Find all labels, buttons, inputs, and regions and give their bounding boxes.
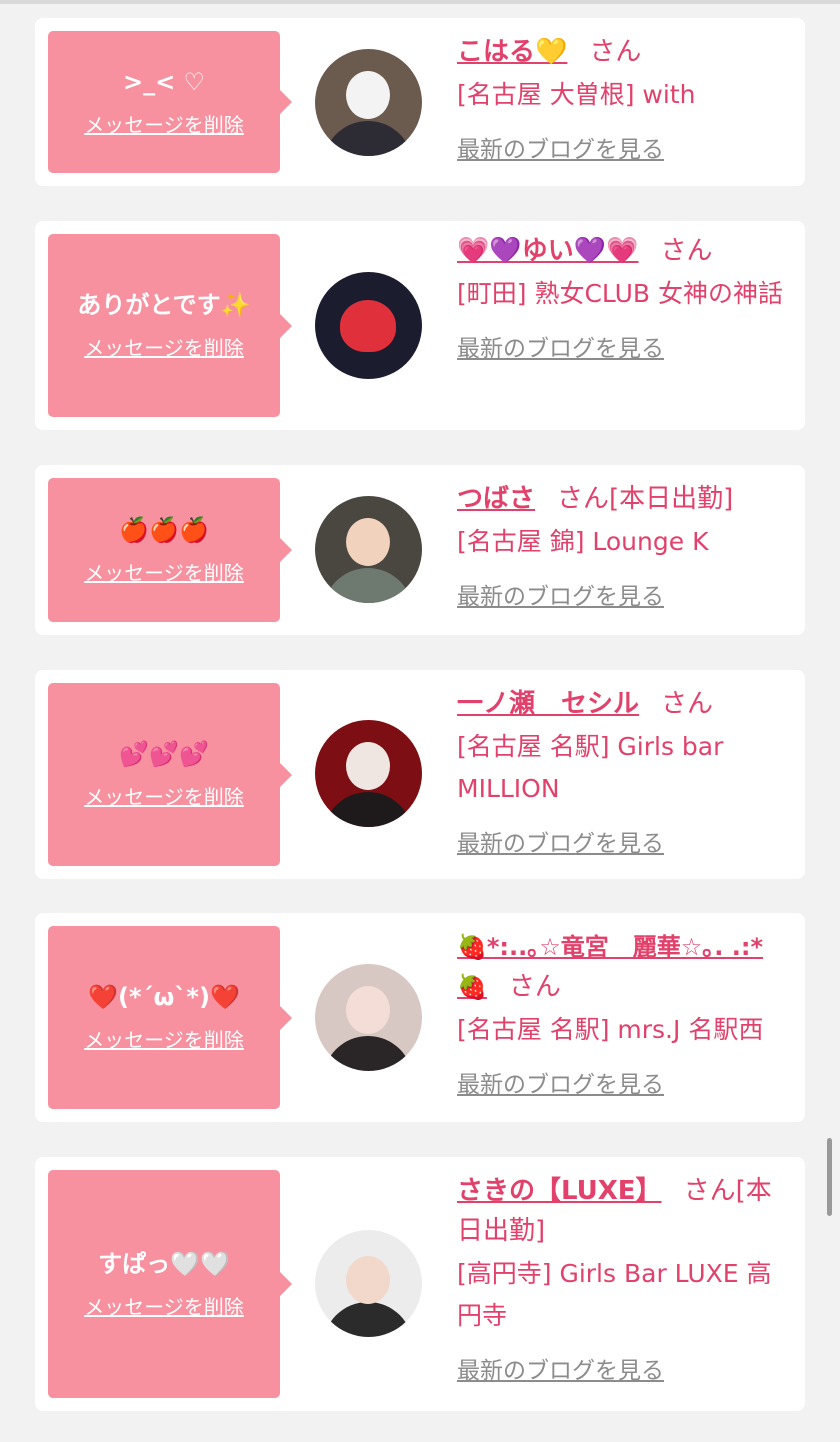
latest-blog-link[interactable]: 最新のブログを見る [457, 1351, 664, 1385]
delete-message-link[interactable]: メッセージを削除 [84, 332, 244, 361]
avatar[interactable] [315, 720, 422, 827]
delete-message-link[interactable]: メッセージを削除 [84, 109, 244, 138]
name-link[interactable]: こはる💛 [457, 37, 567, 67]
avatar[interactable] [315, 496, 422, 603]
honorific: さん [589, 37, 642, 67]
shop-info: [町田] 熟女CLUB 女神の神話 [457, 279, 783, 308]
name-link[interactable]: さきの【LUXE】 [457, 1176, 662, 1206]
shop-info: [名古屋 錦] Lounge K [457, 527, 709, 556]
avatar[interactable] [315, 1230, 422, 1337]
name-link[interactable]: 💗💜ゆい💜💗 [457, 236, 639, 266]
delete-message-link[interactable]: メッセージを削除 [84, 781, 244, 810]
name-link[interactable]: 一ノ瀬 セシル [457, 689, 639, 719]
message-text: すぱっ🤍🤍 [98, 1249, 230, 1278]
message-bubble: ありがとです✨ メッセージを削除 [48, 234, 292, 417]
name-link[interactable]: つばさ [457, 484, 535, 514]
message-card: ❤️(*´ω`*)❤️ メッセージを削除 🍓*:..｡☆竜宮 麗華☆｡. .:*… [35, 913, 805, 1122]
honorific: さん [508, 972, 561, 1002]
avatar[interactable] [315, 272, 422, 379]
message-text: 🍎🍎🍎 [119, 515, 209, 544]
message-text: 💕💕💕 [119, 740, 209, 768]
message-text: >_< ♡ [122, 67, 206, 96]
message-bubble: >_< ♡ メッセージを削除 [48, 31, 292, 173]
honorific: さん [683, 1176, 736, 1206]
delete-message-link[interactable]: メッセージを削除 [84, 1291, 244, 1320]
message-card: ありがとです✨ メッセージを削除 💗💜ゆい💜💗 さん [町田] 熟女CLUB 女神… [35, 221, 805, 430]
avatar[interactable] [315, 49, 422, 156]
message-card: 💕💕💕 メッセージを削除 一ノ瀬 セシル さん [名古屋 名駅] Girls ba… [35, 670, 805, 879]
latest-blog-link[interactable]: 最新のブログを見る [457, 577, 664, 611]
message-bubble: 🍎🍎🍎 メッセージを削除 [48, 478, 292, 622]
message-card: 🍎🍎🍎 メッセージを削除 つばさ さん[本日出勤] [名古屋 錦] Lounge … [35, 465, 805, 635]
latest-blog-link[interactable]: 最新のブログを見る [457, 130, 664, 164]
status-suffix: [本日出勤] [609, 484, 734, 514]
message-bubble: すぱっ🤍🤍 メッセージを削除 [48, 1170, 292, 1398]
scrollbar[interactable] [827, 1138, 832, 1216]
message-text: ありがとです✨ [77, 291, 251, 319]
message-bubble: 💕💕💕 メッセージを削除 [48, 683, 292, 866]
shop-info: [名古屋 大曽根] with [457, 80, 696, 109]
shop-info: [名古屋 名駅] Girls bar MILLION [457, 732, 724, 803]
top-divider [0, 0, 840, 4]
latest-blog-link[interactable]: 最新のブログを見る [457, 1065, 664, 1099]
latest-blog-link[interactable]: 最新のブログを見る [457, 329, 664, 363]
delete-message-link[interactable]: メッセージを削除 [84, 1024, 244, 1053]
honorific: さん [557, 484, 610, 514]
message-card: すぱっ🤍🤍 メッセージを削除 さきの【LUXE】 さん[本日出勤] [高円寺] G… [35, 1157, 805, 1411]
name-link[interactable]: 🍓*:..｡☆竜宮 麗華☆｡. .:*🍓 [457, 933, 763, 1001]
message-text: ❤️(*´ω`*)❤️ [88, 983, 240, 1011]
honorific: さん [660, 236, 713, 266]
shop-info: [高円寺] Girls Bar LUXE 高円寺 [457, 1259, 772, 1330]
shop-info: [名古屋 名駅] mrs.J 名駅西 [457, 1015, 764, 1044]
avatar[interactable] [315, 964, 422, 1071]
message-bubble: ❤️(*´ω`*)❤️ メッセージを削除 [48, 926, 292, 1109]
delete-message-link[interactable]: メッセージを削除 [84, 557, 244, 586]
honorific: さん [661, 689, 714, 719]
message-card: >_< ♡ メッセージを削除 こはる💛 さん [名古屋 大曽根] with 最新の… [35, 18, 805, 186]
latest-blog-link[interactable]: 最新のブログを見る [457, 824, 664, 858]
